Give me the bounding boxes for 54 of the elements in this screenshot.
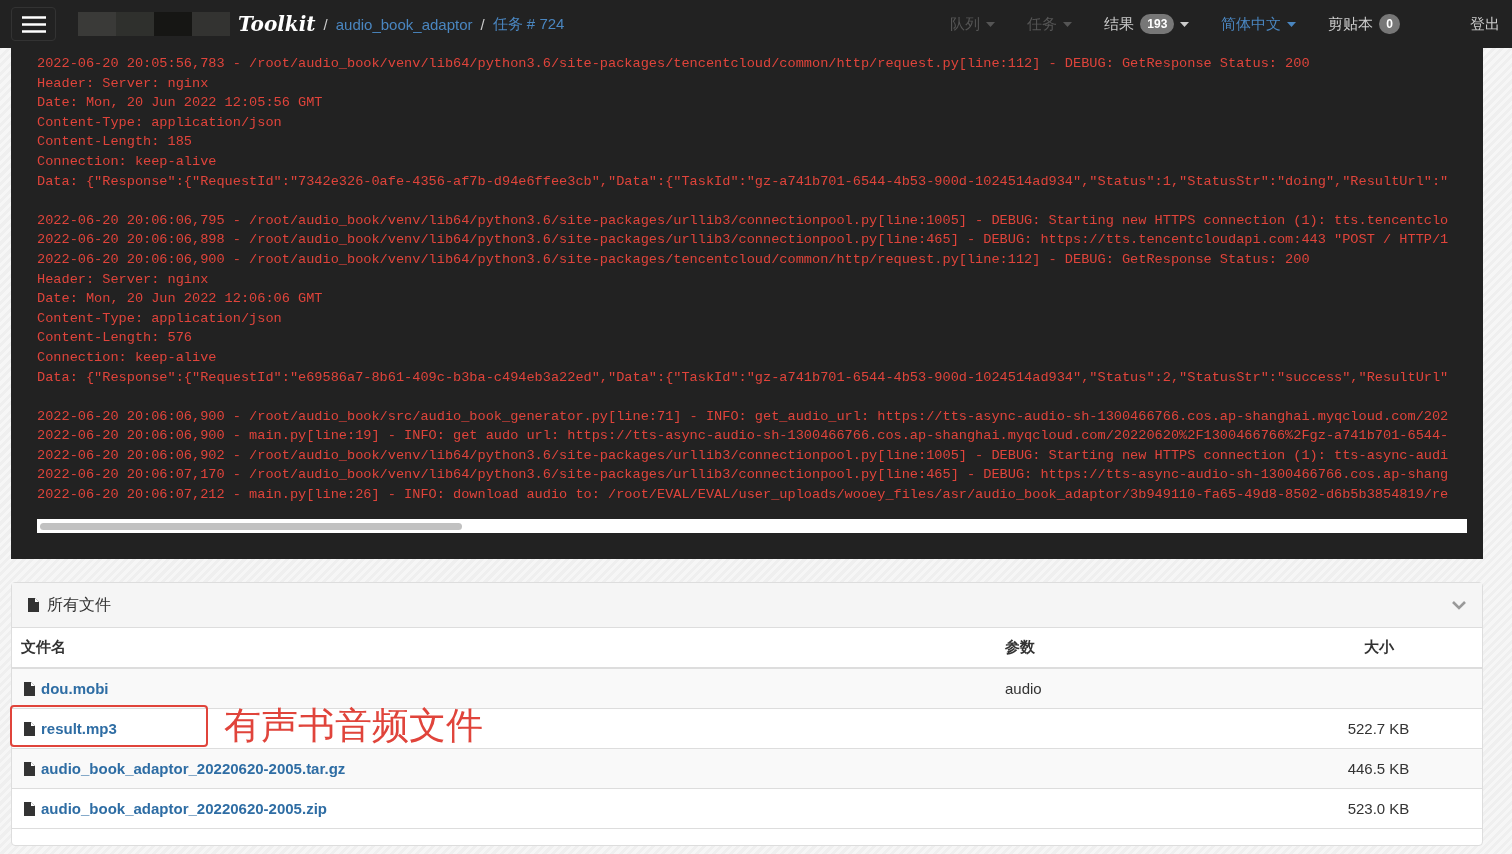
log-line: 2022-06-20 20:06:06,898 - /root/audio_book/venv/lib64/python3.6/site-packages/urllib3/connectionpool.py[line:465] - DEBUG: https://tts.tencentcloudapi.com:443 "POST / HTTP/1 xyxy=(37,231,1450,250)
log-line: Header: Server: nginx xyxy=(37,270,210,289)
log-line: 2022-06-20 20:06:07,212 - main.py[line:26] - INFO: download audio to: /root/EVAL/EVAL/user_uploads/wooey_files/asr/audio_book_adaptor/3b949110-fa65-49d8-8502-d6b5b3854819/re xyxy=(37,486,1450,505)
file-icon xyxy=(24,721,35,736)
menu-button[interactable] xyxy=(11,7,56,41)
file-link[interactable]: audio_book_adaptor_20220620-2005.tar.gz xyxy=(41,760,346,778)
log-line: Data: {"Response":{"RequestId":"e69586a7-8b61-409c-b3ba-c494eb3a22ed","Data":{"TaskId":"gz-a741b701-6544-4b53-900d-1024514ad934","Status":2,"StatusStr":"success","ResultUrl" xyxy=(37,368,1450,387)
chevron-icon[interactable] xyxy=(1452,600,1466,610)
column-header: 参数 xyxy=(1005,638,1036,658)
file-icon xyxy=(24,681,35,696)
table-cell: 446.5 KB xyxy=(1347,759,1410,777)
logo-text[interactable]: Toolkit xyxy=(238,12,316,36)
log-line: Content-Length: 185 xyxy=(37,133,193,152)
breadcrumb-separator: / xyxy=(480,15,485,33)
nav-menu-item[interactable]: 简体中文 xyxy=(1221,14,1297,34)
log-line: 2022-06-20 20:06:06,795 - /root/audio_book/venv/lib64/python3.6/site-packages/urllib3/connectionpool.py[line:1005] - DEBUG: Starting new HTTPS connection (1): tts.tencentclo xyxy=(37,211,1450,230)
file-icon xyxy=(24,761,35,776)
log-line: 2022-06-20 20:06:06,900 - /root/audio_book/src/audio_book_generator.py[line:71] - INFO: get_audio_url: https://tts-async-audio-sh-1300466766.cos.ap-shanghai.myqcloud.com/202 xyxy=(37,407,1450,426)
annotation-text: 有声书音频文件 xyxy=(224,704,483,749)
file-icon xyxy=(28,598,39,613)
column-header: 文件名 xyxy=(21,638,67,658)
table-cell: audio xyxy=(1005,679,1042,697)
breadcrumb-link[interactable]: audio_book_adaptor xyxy=(335,15,473,33)
log-line: 2022-06-20 20:05:56,783 - /root/audio_book/venv/lib64/python3.6/site-packages/tencentcloud/common/http/request.py[line:112] - DEBUG: GetResponse Status: 200 xyxy=(37,55,1311,73)
log-line: Connection: keep-alive xyxy=(37,348,218,367)
logout-link[interactable]: 登出 xyxy=(1470,14,1500,34)
horizontal-scrollbar[interactable] xyxy=(37,519,1467,534)
file-link[interactable]: dou.mobi xyxy=(41,680,109,698)
table-cell: 523.0 KB xyxy=(1347,799,1410,817)
log-line: 2022-06-20 20:06:07,170 - /root/audio_book/venv/lib64/python3.6/site-packages/urllib3/connectionpool.py[line:465] - DEBUG: https://tts-async-audio-sh-1300466766.cos.ap-shang xyxy=(37,466,1450,485)
breadcrumb-link[interactable]: 任务 # 724 xyxy=(492,14,565,34)
log-line: Header: Server: nginx xyxy=(37,74,210,93)
file-icon xyxy=(24,801,35,816)
log-line: Connection: keep-alive xyxy=(37,152,218,171)
log-line: 2022-06-20 20:06:06,900 - main.py[line:19] - INFO: get audo url: https://tts-async-audio-sh-1300466766.cos.ap-shanghai.myqcloud.com/20220620%2F1300466766%2Fgz-a741b701-6544- xyxy=(37,427,1450,446)
breadcrumb-separator: / xyxy=(323,15,328,33)
panel-title: 所有文件 xyxy=(47,594,111,615)
count-badge: 0 xyxy=(1379,14,1400,34)
file-link[interactable]: result.mp3 xyxy=(41,720,117,738)
log-line: Data: {"Response":{"RequestId":"7342e326-0afe-4356-af7b-d94e6ffee3cb","Data":{"TaskId":"gz-a741b701-6544-4b53-900d-1024514ad934","Status":1,"StatusStr":"doing","ResultUrl":" xyxy=(37,172,1450,191)
log-line: 2022-06-20 20:06:06,902 - /root/audio_book/venv/lib64/python3.6/site-packages/urllib3/connectionpool.py[line:1005] - DEBUG: Starting new HTTPS connection (1): tts-async-audi xyxy=(37,446,1450,465)
log-line: 2022-06-20 20:06:06,900 - /root/audio_book/venv/lib64/python3.6/site-packages/tencentcloud/common/http/request.py[line:112] - DEBUG: GetResponse Status: 200 xyxy=(37,250,1311,269)
nav-menu-item[interactable]: 结果 193 xyxy=(1104,14,1190,34)
log-line: Content-Type: application/json xyxy=(37,309,283,328)
menu-icon xyxy=(21,15,46,33)
column-header: 大小 xyxy=(1363,638,1394,658)
log-line: Date: Mon, 20 Jun 2022 12:06:06 GMT xyxy=(37,290,324,309)
log-line: Content-Type: application/json xyxy=(37,113,283,132)
count-badge: 193 xyxy=(1140,14,1175,34)
table-cell: 522.7 KB xyxy=(1347,719,1410,737)
nav-menu-item[interactable]: 剪贴本 0 xyxy=(1328,14,1400,34)
log-line: Date: Mon, 20 Jun 2022 12:05:56 GMT xyxy=(37,94,324,113)
log-line: Content-Length: 576 xyxy=(37,329,193,348)
file-link[interactable]: audio_book_adaptor_20220620-2005.zip xyxy=(41,800,327,818)
